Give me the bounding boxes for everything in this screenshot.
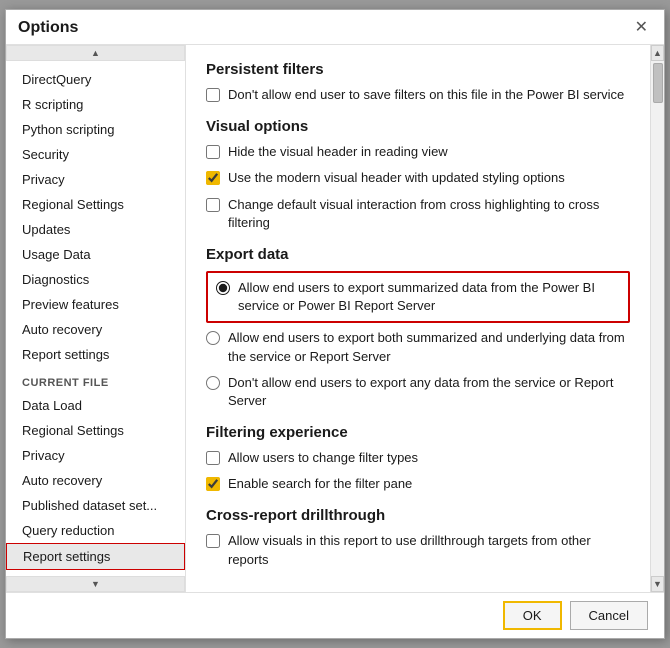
- checkbox-fe1[interactable]: [206, 451, 220, 465]
- section-title-persistent-filters: Persistent filters: [206, 61, 630, 78]
- option-row-pf1: Don't allow end user to save filters on …: [206, 86, 630, 104]
- main-scroll-content: Persistent filters Don't allow end user …: [186, 45, 650, 592]
- dialog-title: Options: [18, 19, 78, 37]
- current-file-header: CURRENT FILE: [6, 367, 185, 393]
- option-row-ed1: Allow end users to export summarized dat…: [216, 279, 620, 315]
- sidebar-item-autorecovery[interactable]: Auto recovery: [6, 317, 185, 342]
- ok-button[interactable]: OK: [503, 601, 562, 630]
- sidebar-item-cf-reportsettings[interactable]: Report settings: [6, 543, 185, 570]
- sidebar-scroll-down[interactable]: ▼: [6, 576, 185, 592]
- sidebar-item-privacy[interactable]: Privacy: [6, 167, 185, 192]
- cancel-button[interactable]: Cancel: [570, 601, 648, 630]
- radio-ed2[interactable]: [206, 331, 220, 345]
- options-dialog: Options ✕ ▲ DirectQuery R scripting Pyth…: [5, 9, 665, 639]
- sidebar-item-diagnostics[interactable]: Diagnostics: [6, 267, 185, 292]
- dialog-body: ▲ DirectQuery R scripting Python scripti…: [6, 45, 664, 592]
- sidebar-item-usagedata[interactable]: Usage Data: [6, 242, 185, 267]
- sidebar-item-cf-regionalsettings[interactable]: Regional Settings: [6, 418, 185, 443]
- label-vo3: Change default visual interaction from c…: [228, 196, 630, 232]
- main-scrollbar: ▲ ▼: [650, 45, 664, 592]
- label-fe1: Allow users to change filter types: [228, 449, 418, 467]
- checkbox-vo1[interactable]: [206, 145, 220, 159]
- checkbox-cr1[interactable]: [206, 534, 220, 548]
- sidebar-item-cf-queryreduction[interactable]: Query reduction: [6, 518, 185, 543]
- sidebar-item-updates[interactable]: Updates: [6, 217, 185, 242]
- label-fe2: Enable search for the filter pane: [228, 475, 412, 493]
- sidebar-item-cf-privacy[interactable]: Privacy: [6, 443, 185, 468]
- section-title-filtering: Filtering experience: [206, 424, 630, 441]
- checkbox-vo3[interactable]: [206, 198, 220, 212]
- sidebar-item-directquery[interactable]: DirectQuery: [6, 67, 185, 92]
- option-row-cr1: Allow visuals in this report to use dril…: [206, 532, 630, 568]
- sidebar-item-security[interactable]: Security: [6, 142, 185, 167]
- checkbox-pf1[interactable]: [206, 88, 220, 102]
- main-content-area: Persistent filters Don't allow end user …: [186, 45, 664, 592]
- sidebar-item-cf-dataload[interactable]: Data Load: [6, 393, 185, 418]
- label-ed1: Allow end users to export summarized dat…: [238, 279, 620, 315]
- option-row-vo1: Hide the visual header in reading view: [206, 143, 630, 161]
- main-scrollbar-thumb[interactable]: [653, 63, 663, 103]
- section-title-export-data: Export data: [206, 246, 630, 263]
- label-vo1: Hide the visual header in reading view: [228, 143, 448, 161]
- section-title-crossreport: Cross-report drillthrough: [206, 507, 630, 524]
- radio-ed3[interactable]: [206, 376, 220, 390]
- section-title-visual-options: Visual options: [206, 118, 630, 135]
- sidebar-item-cf-autorecovery[interactable]: Auto recovery: [6, 468, 185, 493]
- dialog-titlebar: Options ✕: [6, 10, 664, 45]
- option-row-fe1: Allow users to change filter types: [206, 449, 630, 467]
- option-row-fe2: Enable search for the filter pane: [206, 475, 630, 493]
- sidebar-item-regionalsettings[interactable]: Regional Settings: [6, 192, 185, 217]
- close-button[interactable]: ✕: [631, 18, 652, 38]
- sidebar-item-reportsettings[interactable]: Report settings: [6, 342, 185, 367]
- sidebar-item-rscripting[interactable]: R scripting: [6, 92, 185, 117]
- dialog-footer: OK Cancel: [6, 592, 664, 638]
- label-pf1: Don't allow end user to save filters on …: [228, 86, 624, 104]
- option-row-ed3: Don't allow end users to export any data…: [206, 374, 630, 410]
- main-scroll-up-btn[interactable]: ▲: [651, 45, 664, 61]
- label-ed2: Allow end users to export both summarize…: [228, 329, 630, 365]
- label-ed3: Don't allow end users to export any data…: [228, 374, 630, 410]
- sidebar-item-previewfeatures[interactable]: Preview features: [6, 292, 185, 317]
- label-vo2: Use the modern visual header with update…: [228, 169, 565, 187]
- checkbox-vo2[interactable]: [206, 171, 220, 185]
- sidebar-item-cf-publisheddataset[interactable]: Published dataset set...: [6, 493, 185, 518]
- checkbox-fe2[interactable]: [206, 477, 220, 491]
- sidebar-inner: DirectQuery R scripting Python scripting…: [6, 61, 185, 576]
- export-highlighted-box: Allow end users to export summarized dat…: [206, 271, 630, 323]
- sidebar: ▲ DirectQuery R scripting Python scripti…: [6, 45, 186, 592]
- option-row-vo3: Change default visual interaction from c…: [206, 196, 630, 232]
- main-scroll-down-btn[interactable]: ▼: [651, 576, 664, 592]
- option-row-vo2: Use the modern visual header with update…: [206, 169, 630, 187]
- radio-ed1[interactable]: [216, 281, 230, 295]
- sidebar-item-pythonscripting[interactable]: Python scripting: [6, 117, 185, 142]
- sidebar-scroll-up[interactable]: ▲: [6, 45, 185, 61]
- option-row-ed2: Allow end users to export both summarize…: [206, 329, 630, 365]
- label-cr1: Allow visuals in this report to use dril…: [228, 532, 630, 568]
